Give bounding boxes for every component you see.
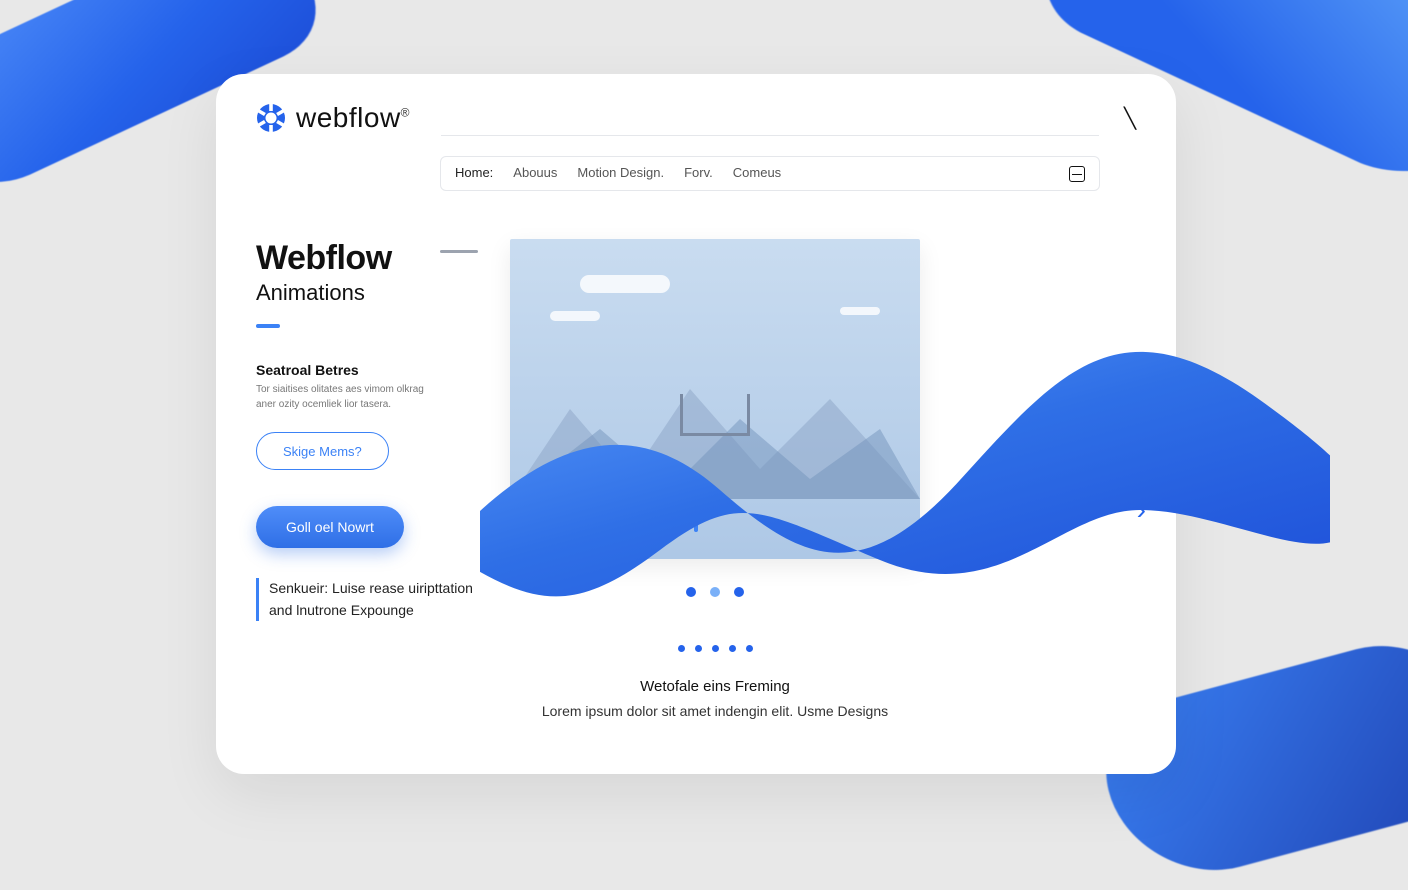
section-heading: Seatroal Betres <box>256 362 476 378</box>
carousel-dot[interactable] <box>686 587 696 597</box>
pagination-dot[interactable] <box>678 645 685 652</box>
nav-active-indicator <box>440 250 478 253</box>
main-content: Webflow Animations Seatroal Betres Tor s… <box>256 239 1136 719</box>
archive-icon[interactable] <box>1069 166 1085 182</box>
section-description: Tor siaitises olitates aes vimom olkrag … <box>256 382 446 412</box>
pagination-dot[interactable] <box>729 645 736 652</box>
footer-heading: Wetofale eins Freming <box>510 678 920 695</box>
side-accent-bar <box>694 484 698 532</box>
nav-about[interactable]: Abouus <box>513 165 557 182</box>
nav-forv[interactable]: Forv. <box>684 165 713 182</box>
pagination-dot[interactable] <box>746 645 753 652</box>
cloud-decor <box>580 275 670 293</box>
carousel-dots-primary <box>510 587 920 597</box>
cloud-decor <box>550 311 600 321</box>
accent-divider <box>256 324 280 328</box>
hero-left-column: Webflow Animations Seatroal Betres Tor s… <box>256 239 476 719</box>
page-card: webflow® ╲ Home: Abouus Motion Design. F… <box>216 74 1176 774</box>
nav-home[interactable]: Home: <box>455 165 493 182</box>
tagline-block: Senkueir: Luise rease uiripttation and l… <box>256 578 476 621</box>
next-arrow-icon[interactable]: › <box>1137 494 1146 526</box>
page-subtitle: Animations <box>256 280 476 306</box>
primary-cta-button[interactable]: Goll oel Nowrt <box>256 506 404 548</box>
bracket-icon <box>680 394 750 436</box>
nav-motion-design[interactable]: Motion Design. <box>577 165 664 182</box>
footer-body: Lorem ipsum dolor sit amet indengin elit… <box>510 703 920 719</box>
logo-icon <box>256 103 286 133</box>
hero-image <box>510 239 920 559</box>
tagline-text: Senkueir: Luise rease uiripttation and l… <box>269 578 476 621</box>
brand-name: webflow® <box>296 102 410 134</box>
header: webflow® ╲ <box>256 102 1136 134</box>
page-title: Webflow <box>256 239 476 278</box>
carousel-dot-active[interactable] <box>710 587 720 597</box>
carousel-dot[interactable] <box>734 587 744 597</box>
footer-block: Wetofale eins Freming Lorem ipsum dolor … <box>510 678 920 719</box>
main-nav: Home: Abouus Motion Design. Forv. Comeus <box>440 156 1100 191</box>
hero-visual: Wetofale eins Freming Lorem ipsum dolor … <box>510 239 920 719</box>
nav-comeus[interactable]: Comeus <box>733 165 781 182</box>
brand-logo[interactable]: webflow® <box>256 102 410 134</box>
backslash-icon[interactable]: ╲ <box>1124 106 1136 131</box>
pagination-dot[interactable] <box>695 645 702 652</box>
cloud-decor <box>840 307 880 315</box>
carousel-dots-secondary <box>510 645 920 652</box>
pagination-dot[interactable] <box>712 645 719 652</box>
secondary-button[interactable]: Skige Mems? <box>256 432 389 470</box>
